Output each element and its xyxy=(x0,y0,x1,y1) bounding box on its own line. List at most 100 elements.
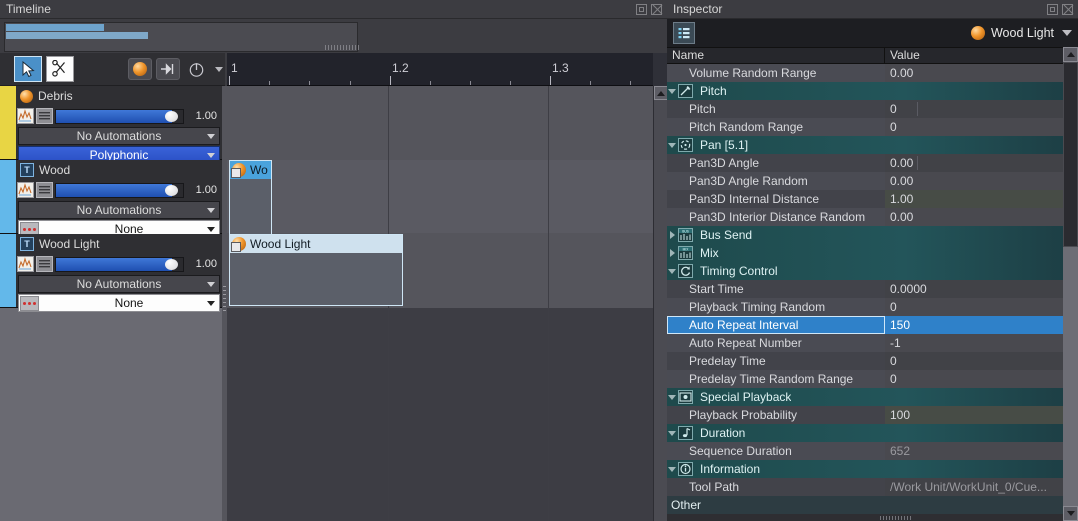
timeline-clip-area[interactable]: Wo Wood Light xyxy=(227,86,653,521)
inspector-property-row[interactable]: Playback Timing Random 0 xyxy=(667,298,1063,316)
float-icon[interactable] xyxy=(1047,3,1058,15)
mixer-bars-icon[interactable] xyxy=(36,182,53,198)
inspector-group-row[interactable]: Pan [5.1] xyxy=(667,136,1063,154)
twisty-collapsed-icon[interactable] xyxy=(667,226,677,244)
timeline-lane[interactable] xyxy=(227,160,653,233)
twisty-expanded-icon[interactable] xyxy=(667,136,677,154)
close-icon[interactable] xyxy=(651,3,662,15)
property-value-field[interactable]: 0 xyxy=(885,100,1063,118)
inspector-property-row[interactable]: Predelay Time 0 xyxy=(667,352,1063,370)
inspector-group-row[interactable]: Special Playback xyxy=(667,388,1063,406)
inspector-property-row[interactable]: Playback Probability 100 xyxy=(667,406,1063,424)
twisty-expanded-icon[interactable] xyxy=(667,262,677,280)
waveform-icon[interactable] xyxy=(17,182,34,198)
list-view-icon[interactable] xyxy=(673,22,695,44)
inspector-property-row[interactable]: Pan3D Angle 0.00 xyxy=(667,154,1063,172)
inspector-property-row[interactable]: Pan3D Internal Distance 1.00 xyxy=(667,190,1063,208)
inspector-property-row[interactable]: Auto Repeat Number -1 xyxy=(667,334,1063,352)
mixer-bars-icon[interactable] xyxy=(36,108,53,124)
timeline-clip[interactable]: Wo xyxy=(229,160,272,238)
inspector-property-row[interactable]: Tool Path/Work Unit/WorkUnit_0/Cue... xyxy=(667,478,1063,496)
inspector-group-row[interactable]: Pitch xyxy=(667,82,1063,100)
automation-dropdown[interactable]: No Automations xyxy=(18,201,220,219)
timeline-ruler[interactable]: 1 1.2 1.3 xyxy=(227,53,653,86)
property-value-field[interactable]: /Work Unit/WorkUnit_0/Cue... xyxy=(885,478,1063,496)
volume-slider[interactable] xyxy=(55,182,184,198)
twisty-expanded-icon[interactable] xyxy=(667,424,677,442)
inspector-group-row[interactable]: Duration xyxy=(667,424,1063,442)
inspector-object-selector[interactable]: Wood Light xyxy=(970,26,1054,40)
timeline-empty-area[interactable] xyxy=(227,308,653,521)
twisty-expanded-icon[interactable] xyxy=(667,460,677,478)
scrollbar-thumb[interactable] xyxy=(1063,62,1078,247)
inspector-property-row[interactable]: Start Time 0.0000 xyxy=(667,280,1063,298)
group-label: Pitch xyxy=(700,84,727,98)
property-value-field[interactable]: 0.00 xyxy=(885,64,1063,82)
inspector-group-row[interactable]: Timing Control xyxy=(667,262,1063,280)
property-value-field[interactable]: 1.00 xyxy=(885,190,1063,208)
chevron-down-icon[interactable] xyxy=(215,66,223,72)
mixer-bars-icon[interactable] xyxy=(36,256,53,272)
scroll-down-arrow[interactable] xyxy=(1063,506,1078,521)
twisty-collapsed-icon[interactable] xyxy=(667,244,677,262)
timeline-clip[interactable]: Wood Light xyxy=(229,234,403,306)
property-value-field[interactable]: 0.00 xyxy=(885,172,1063,190)
inspector-vertical-scrollbar[interactable] xyxy=(1063,47,1078,521)
track-header[interactable]: Debris 1.00 No Automations Polyphonic xyxy=(0,86,222,164)
property-value-field[interactable]: 0.0000 xyxy=(885,280,1063,298)
property-value-field[interactable]: 0.00 xyxy=(885,154,1063,172)
inspector-property-row[interactable]: Pitch Random Range 0 xyxy=(667,118,1063,136)
track-mode-dropdown[interactable]: None xyxy=(18,294,220,312)
inspector-property-row[interactable]: Sequence Duration 652 xyxy=(667,442,1063,460)
property-value-field[interactable]: 652 xyxy=(885,442,1063,460)
scroll-up-arrow[interactable] xyxy=(654,86,668,100)
track-header[interactable]: T Wood 1.00 No Automations None xyxy=(0,160,222,238)
inspector-group-row[interactable]: Information xyxy=(667,460,1063,478)
property-value-field[interactable]: 0 xyxy=(885,298,1063,316)
close-icon[interactable] xyxy=(1062,3,1073,15)
inspector-group-row[interactable]: MIX Mix xyxy=(667,244,1063,262)
automation-dropdown[interactable]: No Automations xyxy=(18,127,220,145)
inspector-property-row[interactable]: Volume Random Range 0.00 xyxy=(667,64,1063,82)
track-name-row[interactable]: Debris xyxy=(16,86,222,106)
scroll-up-arrow[interactable] xyxy=(1063,47,1078,62)
snap-to-end-icon[interactable] xyxy=(156,58,180,80)
track-name-row[interactable]: T Wood Light xyxy=(16,234,222,254)
overview-resize-grip[interactable] xyxy=(325,45,361,50)
arrow-cursor-icon[interactable] xyxy=(14,56,42,82)
volume-slider[interactable] xyxy=(55,108,184,124)
inspector-property-list[interactable]: Volume Random Range 0.00 Pitch Pitch 0 Pitch … xyxy=(667,64,1063,521)
scissors-icon[interactable] xyxy=(46,56,74,82)
inspector-resize-grip[interactable] xyxy=(880,516,912,520)
orange-sphere-icon[interactable] xyxy=(128,58,152,80)
property-label: Start Time xyxy=(689,282,744,296)
twisty-expanded-icon[interactable] xyxy=(667,82,677,100)
inspector-property-row[interactable]: Pan3D Angle Random 0.00 xyxy=(667,172,1063,190)
timeline-lane[interactable] xyxy=(227,86,653,159)
waveform-icon[interactable] xyxy=(17,256,34,272)
waveform-icon[interactable] xyxy=(17,108,34,124)
inspector-property-row[interactable]: Predelay Time Random Range 0 xyxy=(667,370,1063,388)
inspector-other-row[interactable]: Other xyxy=(667,496,1063,514)
property-value-field[interactable]: 0 xyxy=(885,352,1063,370)
property-value-field[interactable]: 150 xyxy=(885,316,1063,334)
property-value-field[interactable]: 0 xyxy=(885,370,1063,388)
track-name-row[interactable]: T Wood xyxy=(16,160,222,180)
track-header[interactable]: T Wood Light 1.00 No Automations None xyxy=(0,234,222,312)
timeline-overview-strip[interactable] xyxy=(4,22,358,52)
volume-slider[interactable] xyxy=(55,256,184,272)
inspector-property-row[interactable]: Pan3D Interior Distance Random 0.00 xyxy=(667,208,1063,226)
timeline-vertical-scrollbar[interactable] xyxy=(653,86,668,521)
property-value-field[interactable]: 0 xyxy=(885,118,1063,136)
automation-dropdown[interactable]: No Automations xyxy=(18,275,220,293)
float-icon[interactable] xyxy=(636,3,647,15)
inspector-selected-row[interactable]: Auto Repeat Interval 150 xyxy=(667,316,1063,334)
chevron-down-icon[interactable] xyxy=(1062,30,1072,36)
inspector-property-row[interactable]: Pitch 0 xyxy=(667,100,1063,118)
twisty-expanded-icon[interactable] xyxy=(667,388,677,406)
clock-icon[interactable] xyxy=(184,58,208,80)
property-value-field[interactable]: 0.00 xyxy=(885,208,1063,226)
property-value-field[interactable]: 100 xyxy=(885,406,1063,424)
property-value-field[interactable]: -1 xyxy=(885,334,1063,352)
inspector-group-row[interactable]: BUS Bus Send xyxy=(667,226,1063,244)
